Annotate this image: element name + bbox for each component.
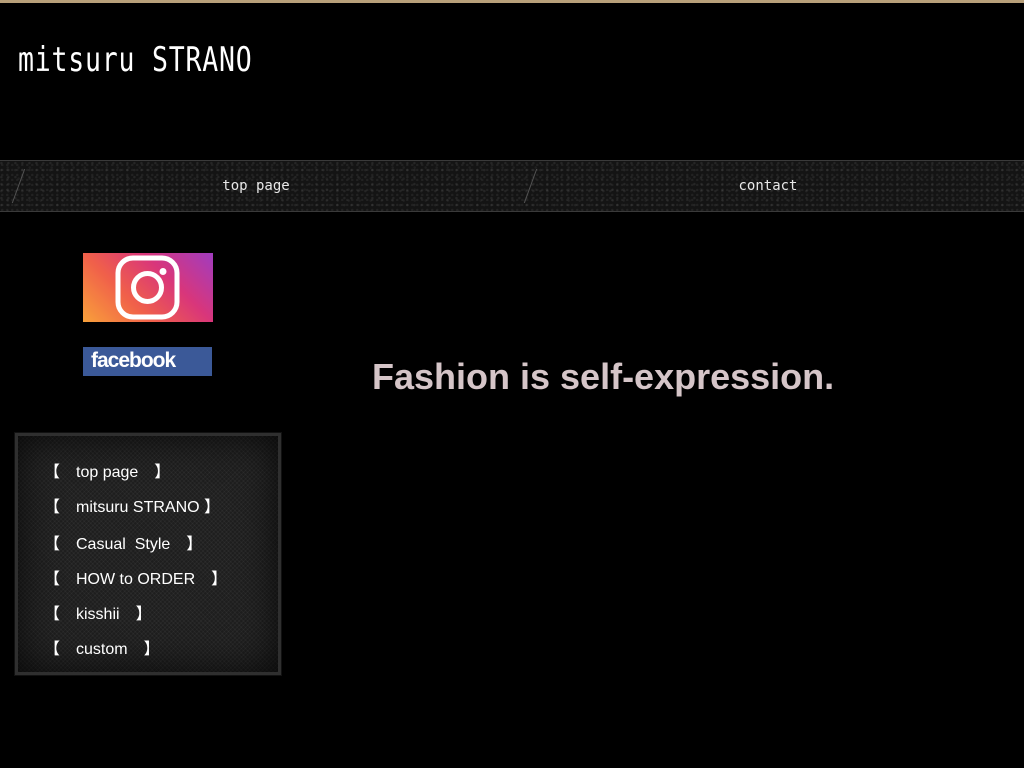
- instagram-icon: [115, 255, 180, 320]
- nav-item-top-page[interactable]: top page: [0, 161, 512, 211]
- instagram-link[interactable]: [83, 253, 213, 322]
- nav-item-contact[interactable]: contact: [512, 161, 1024, 211]
- side-menu: 【 top page 】 【 mitsuru STRANO 】 【 Casual…: [14, 432, 282, 676]
- side-menu-item-mitsuru-strano[interactable]: 【 mitsuru STRANO 】: [44, 493, 220, 517]
- side-menu-item-how-to-order[interactable]: 【 HOW to ORDER 】: [44, 565, 227, 589]
- side-menu-item-top-page[interactable]: 【 top page 】: [44, 458, 170, 482]
- nav-separator: [11, 169, 26, 203]
- side-menu-item-casual-style[interactable]: 【 Casual Style 】: [44, 530, 202, 554]
- side-menu-item-kisshii[interactable]: 【 kisshii 】: [44, 600, 152, 624]
- main-nav: top page contact: [0, 160, 1024, 212]
- site-title[interactable]: mitsuru STRANO: [18, 40, 252, 80]
- nav-item-label: top page: [222, 178, 290, 194]
- top-accent-bar: [0, 0, 1024, 3]
- facebook-logo-text: facebook: [91, 349, 176, 372]
- tagline: Fashion is self-expression.: [372, 356, 835, 397]
- nav-separator: [523, 169, 538, 203]
- nav-item-label: contact: [738, 178, 798, 194]
- side-menu-item-custom[interactable]: 【 custom 】: [44, 635, 160, 659]
- facebook-link[interactable]: facebook: [83, 347, 212, 376]
